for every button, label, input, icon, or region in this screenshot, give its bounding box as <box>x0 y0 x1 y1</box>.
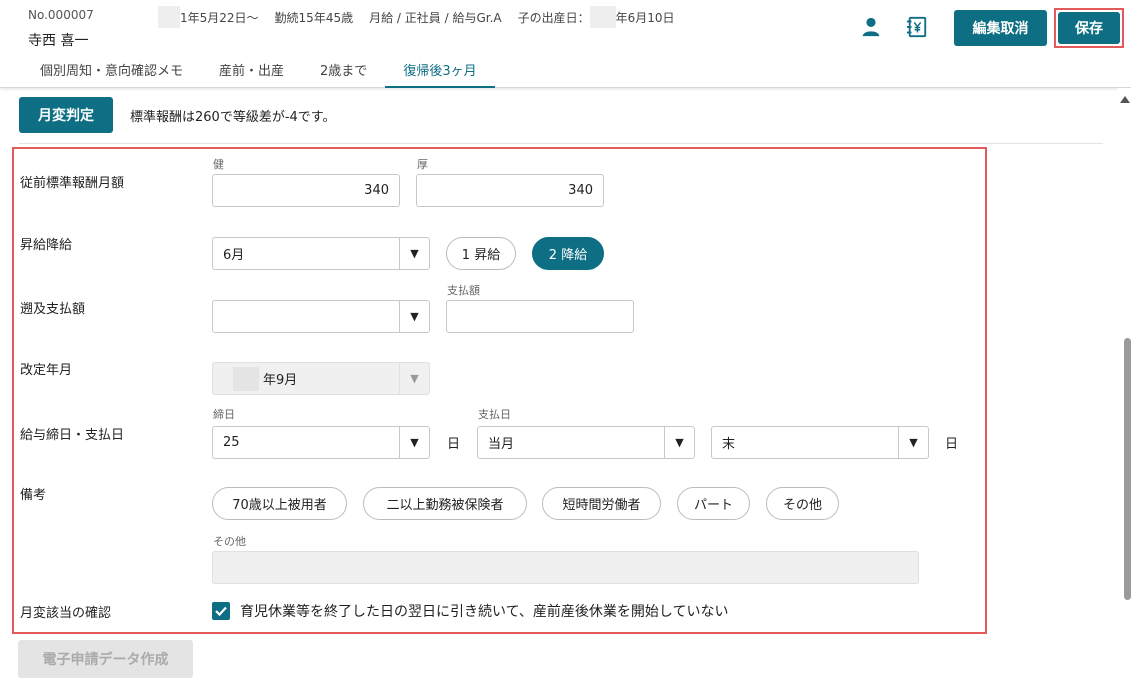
scroll-up-arrow-icon[interactable] <box>1120 96 1130 103</box>
pension-standard-input[interactable]: 340 <box>416 174 604 207</box>
employee-name: 寺西 喜一 <box>28 33 89 49</box>
caret-down-icon: ▼ <box>399 301 429 332</box>
person-icon[interactable] <box>858 14 884 40</box>
pay-day-label: 支払日 <box>478 408 511 421</box>
revision-value-wrap: 年9月 <box>213 366 399 391</box>
pay-month-value: 当月 <box>488 437 515 452</box>
retro-label: 遡及支払額 <box>20 302 86 317</box>
health-label: 健 <box>213 158 224 171</box>
caret-down-icon: ▼ <box>399 427 429 458</box>
retro-select[interactable]: ▼ <box>212 300 430 333</box>
note-chip-other[interactable]: その他 <box>766 487 839 520</box>
redacted-block <box>158 6 180 28</box>
redacted-block <box>233 366 259 391</box>
tab-bar: 個別周知・意向確認メモ 産前・出産 2歳まで 復帰後3ヶ月 <box>22 56 495 88</box>
confirm-checkbox[interactable] <box>212 602 230 620</box>
raise-month-value: 6月 <box>223 248 245 263</box>
check-icon <box>215 606 227 617</box>
caret-down-icon: ▼ <box>399 238 429 269</box>
tab-until-2-years[interactable]: 2歳まで <box>302 56 385 88</box>
caret-down-icon: ▼ <box>664 427 694 458</box>
pay-day-value: 末 <box>722 437 736 452</box>
note-chip-part-time[interactable]: パート <box>677 487 750 520</box>
caret-down-icon: ▼ <box>898 427 928 458</box>
caret-down-icon: ▼ <box>399 363 429 394</box>
info-tenure: 勤続15年45歳 <box>274 10 354 25</box>
pension-label: 厚 <box>417 158 428 171</box>
revision-value: 年9月 <box>263 373 298 388</box>
notes-label: 備考 <box>20 488 47 503</box>
raise-month-select[interactable]: 6月 ▼ <box>212 237 430 270</box>
cancel-edit-button[interactable]: 編集取消 <box>954 10 1047 46</box>
employee-number: No.000007 <box>28 8 94 22</box>
save-button[interactable]: 保存 <box>1058 12 1120 44</box>
judge-message: 標準報酬は260で等級差が-4です。 <box>130 110 336 125</box>
close-day-select[interactable]: 25 ▼ <box>212 426 430 459</box>
info-birth-label: 子の出産日： <box>517 10 590 25</box>
pay-day-select[interactable]: 末 ▼ <box>711 426 929 459</box>
header: No.000007 寺西 喜一 1年5月22日～ 勤続15年45歳 月給 / 正… <box>0 0 1131 88</box>
save-button-highlight: 保存 <box>1054 8 1124 48</box>
confirm-label: 月変該当の確認 <box>20 606 112 621</box>
prev-standard-label: 従前標準報酬月額 <box>20 176 125 191</box>
pay-month-select[interactable]: 当月 ▼ <box>477 426 695 459</box>
info-birth-date: 年6月10日 <box>615 10 675 25</box>
revision-label: 改定年月 <box>20 363 73 378</box>
payday-label: 給与締日・支払日 <box>20 428 125 443</box>
ledger-yen-icon[interactable] <box>904 14 930 40</box>
close-day-unit: 日 <box>447 437 461 452</box>
note-chip-multiple-employment[interactable]: 二以上勤務被保険者 <box>363 487 527 520</box>
note-chip-short-time[interactable]: 短時間労働者 <box>542 487 661 520</box>
other-note-input[interactable] <box>212 551 919 584</box>
scrollbar-thumb[interactable] <box>1124 338 1131 600</box>
info-date: 1年5月22日～ <box>180 10 259 25</box>
create-e-application-button[interactable]: 電子申請データ作成 <box>18 640 193 678</box>
raise-option-button[interactable]: 1 昇給 <box>446 237 516 270</box>
monthly-change-judge-button[interactable]: 月変判定 <box>19 97 113 133</box>
info-type: 月給 / 正社員 / 給与Gr.A <box>369 10 502 25</box>
retro-amount-input[interactable] <box>446 300 634 333</box>
tab-notice-memo[interactable]: 個別周知・意向確認メモ <box>22 56 201 88</box>
confirm-text: 育児休業等を終了した日の翌日に引き続いて、産前産後休業を開始していない <box>240 604 729 620</box>
divider <box>19 143 1103 144</box>
health-standard-input[interactable]: 340 <box>212 174 400 207</box>
note-chip-over-70[interactable]: 70歳以上被用者 <box>212 487 347 520</box>
employee-info: 1年5月22日～ 勤続15年45歳 月給 / 正社員 / 給与Gr.A 子の出産… <box>158 6 675 28</box>
pay-day-unit: 日 <box>945 437 959 452</box>
close-day-label: 締日 <box>213 408 235 421</box>
tab-prenatal-birth[interactable]: 産前・出産 <box>201 56 302 88</box>
revision-month-select[interactable]: 年9月 ▼ <box>212 362 430 395</box>
redacted-block <box>589 6 616 28</box>
other-note-label: その他 <box>213 535 246 548</box>
lower-option-button[interactable]: 2 降給 <box>532 237 604 270</box>
retro-amount-label: 支払額 <box>447 284 480 297</box>
raise-label: 昇給降給 <box>20 238 73 253</box>
close-day-value: 25 <box>223 435 240 450</box>
tab-3-months-after-return[interactable]: 復帰後3ヶ月 <box>385 56 495 88</box>
